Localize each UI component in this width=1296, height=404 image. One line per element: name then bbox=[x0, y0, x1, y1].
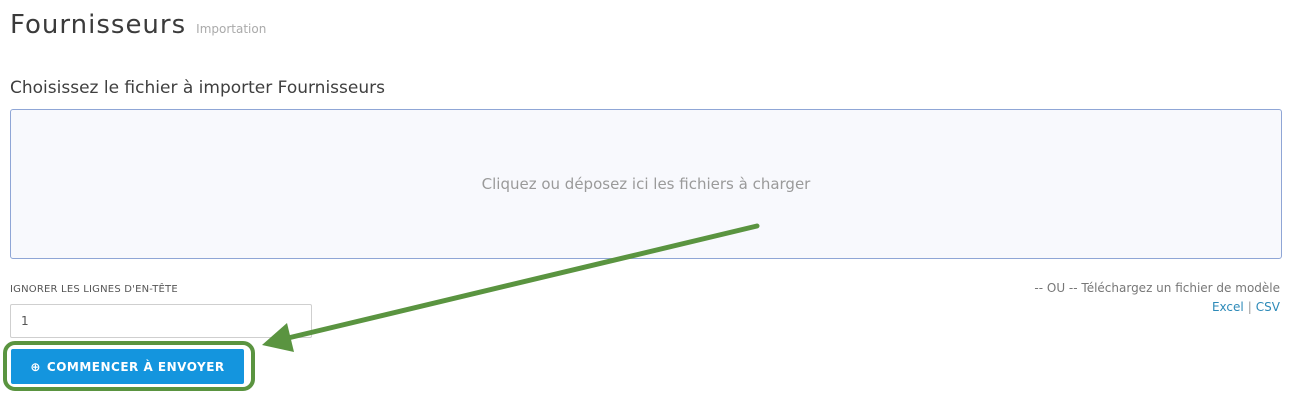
upload-section-title: Choisissez le fichier à importer Fournis… bbox=[10, 78, 385, 98]
ignore-header-lines-label: IGNORER LES LIGNES D'EN-TÊTE bbox=[10, 284, 178, 295]
page-title: Fournisseurs bbox=[10, 10, 187, 40]
dropzone-text: Cliquez ou déposez ici les fichiers à ch… bbox=[481, 175, 811, 193]
play-circle-icon: ⊕ bbox=[30, 359, 41, 374]
ignore-header-lines-input[interactable] bbox=[10, 304, 312, 338]
file-dropzone[interactable]: Cliquez ou déposez ici les fichiers à ch… bbox=[10, 109, 1282, 259]
csv-template-link[interactable]: CSV bbox=[1256, 300, 1280, 314]
excel-template-link[interactable]: Excel bbox=[1212, 300, 1244, 314]
template-links: Excel | CSV bbox=[1212, 300, 1280, 314]
import-page: Fournisseurs Importation Choisissez le f… bbox=[0, 0, 1296, 404]
page-subtitle: Importation bbox=[196, 22, 267, 36]
page-header: Fournisseurs Importation bbox=[10, 10, 266, 40]
start-upload-button[interactable]: ⊕ COMMENCER À ENVOYER bbox=[11, 349, 244, 384]
template-download-text: -- OU -- Téléchargez un fichier de modèl… bbox=[1034, 281, 1280, 295]
link-separator: | bbox=[1247, 300, 1252, 314]
start-upload-label: COMMENCER À ENVOYER bbox=[46, 359, 225, 374]
